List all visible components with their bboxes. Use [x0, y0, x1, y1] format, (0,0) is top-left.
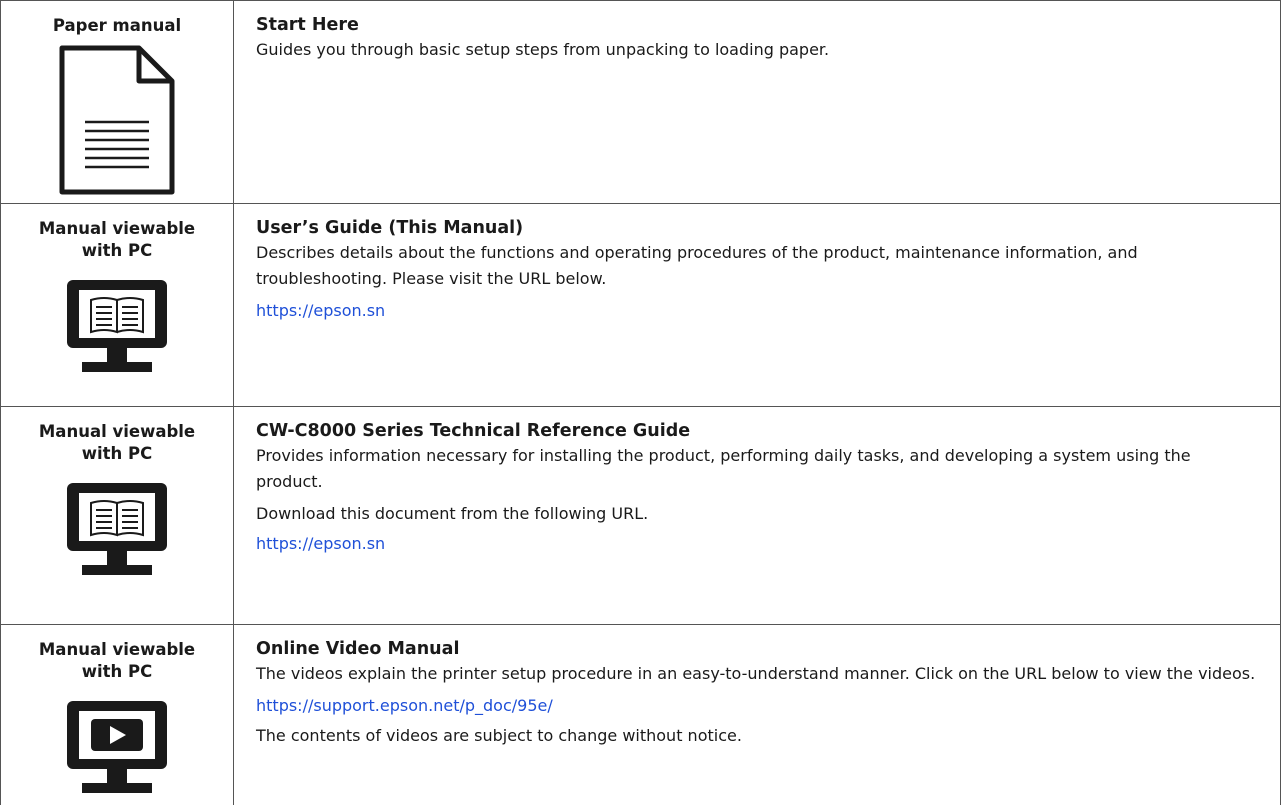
category-label-line: with PC: [81, 241, 153, 260]
manual-title: Start Here: [256, 15, 359, 35]
video-url-link[interactable]: https://support.epson.net/p_doc/95e/: [256, 695, 1260, 717]
category-label-line: Manual viewable: [38, 422, 196, 441]
monitor-book-icon: [67, 280, 167, 372]
manual-description: Provides information necessary for insta…: [256, 446, 1191, 491]
category-label-line: with PC: [81, 444, 153, 463]
manual-url-link[interactable]: https://epson.sn: [256, 300, 1260, 322]
table-row: Manual viewable with PC Online Video Man…: [1, 625, 1280, 805]
category-cell: Manual viewable with PC: [1, 407, 234, 624]
manual-description: The videos explain the printer setup pro…: [256, 664, 1256, 683]
category-cell: Manual viewable with PC: [1, 625, 234, 805]
category-label-line: Paper manual: [52, 16, 182, 35]
description-cell: CW-C8000 Series Technical Reference Guid…: [234, 407, 1280, 624]
category-cell: Manual viewable with PC: [1, 204, 234, 406]
manual-title: Online Video Manual: [256, 639, 460, 659]
category-label: Manual viewable with PC: [1, 218, 233, 262]
monitor-book-icon: [67, 483, 167, 575]
table-row: Manual viewable with PC: [1, 407, 1280, 625]
category-label: Manual viewable with PC: [1, 639, 233, 683]
table-row: Manual viewable with PC: [1, 204, 1280, 407]
category-cell: Paper manual: [1, 1, 234, 203]
description-cell: Online Video Manual The videos explain t…: [234, 625, 1280, 805]
category-label: Manual viewable with PC: [1, 421, 233, 465]
video-note: The contents of videos are subject to ch…: [256, 726, 742, 745]
download-instruction: Download this document from the followin…: [256, 504, 649, 523]
table-row: Paper manual Start Here Guides you throu…: [1, 1, 1280, 204]
category-label: Paper manual: [1, 15, 233, 37]
manual-table: Paper manual Start Here Guides you throu…: [0, 0, 1281, 805]
manual-url-link[interactable]: https://epson.sn: [256, 533, 1260, 555]
manual-description: Describes details about the functions an…: [256, 243, 1138, 288]
category-label-line: with PC: [81, 662, 153, 681]
description-cell: Start Here Guides you through basic setu…: [234, 1, 1280, 203]
manual-title: CW-C8000 Series Technical Reference Guid…: [256, 421, 691, 441]
document-icon: [59, 45, 175, 195]
category-label-line: Manual viewable: [38, 219, 196, 238]
category-label-line: Manual viewable: [38, 640, 196, 659]
manual-description: Guides you through basic setup steps fro…: [256, 40, 830, 59]
manual-title: User’s Guide (This Manual): [256, 218, 524, 238]
description-cell: User’s Guide (This Manual) Describes det…: [234, 204, 1280, 406]
monitor-play-icon: [67, 701, 167, 793]
